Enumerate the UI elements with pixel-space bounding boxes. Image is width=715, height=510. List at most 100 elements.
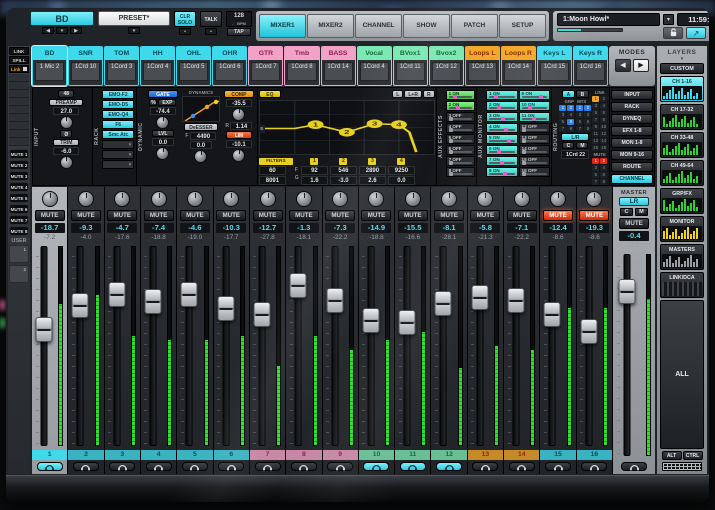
channel-patch[interactable]: 1Crd 10 bbox=[71, 62, 100, 81]
trim-knob[interactable] bbox=[60, 156, 73, 169]
modes-prev-button[interactable]: ◀ bbox=[615, 59, 631, 72]
routing-b-button[interactable]: B bbox=[576, 90, 589, 98]
channel-name-box-8[interactable]: Tmb1Cord 8 bbox=[284, 46, 319, 86]
matrix-assign-3[interactable]: 3 bbox=[576, 112, 583, 118]
link-assign-7[interactable]: 7 bbox=[592, 117, 599, 123]
channel-number[interactable]: 11 bbox=[395, 450, 430, 460]
fader-handle[interactable] bbox=[253, 302, 270, 327]
link-assign-3[interactable]: 3 bbox=[592, 103, 599, 109]
aux-mon-send-3[interactable]: 3 ON bbox=[486, 112, 518, 122]
link-slot[interactable] bbox=[9, 130, 29, 138]
aux-mon-send-9[interactable]: 9 ON bbox=[519, 90, 551, 100]
expander-button[interactable]: EXP bbox=[158, 99, 176, 106]
mute-assign-6[interactable]: 6 bbox=[600, 172, 607, 178]
master-bus-button[interactable]: LR bbox=[619, 197, 649, 206]
channel-name-box-15[interactable]: Keys L1Crd 15 bbox=[537, 46, 572, 86]
modes-next-button[interactable]: ▶ bbox=[633, 59, 649, 72]
keyboard-icon[interactable] bbox=[662, 462, 702, 471]
link-assign-2[interactable]: 2 bbox=[600, 96, 607, 102]
mute-button[interactable]: MUTE bbox=[35, 210, 65, 221]
channel-name-box-2[interactable]: SNR1Crd 10 bbox=[68, 46, 103, 86]
limiter-button[interactable]: LIM bbox=[226, 131, 252, 139]
mute-group-button-4[interactable]: MUTE 4 bbox=[9, 182, 29, 192]
selected-channel-display[interactable]: BD bbox=[30, 11, 94, 26]
channel-name-box-3[interactable]: TOM1Cord 3 bbox=[104, 46, 139, 86]
phase-button[interactable]: Ø bbox=[60, 130, 72, 138]
mute-button[interactable]: MUTE bbox=[253, 210, 283, 221]
channel-name-box-7[interactable]: GTR1Cord 7 bbox=[248, 46, 283, 86]
channel-patch[interactable]: 1Cord 8 bbox=[287, 62, 316, 81]
channel-patch[interactable]: 1Crd 12 bbox=[432, 62, 461, 81]
aux-mon-send-4[interactable]: 4 ON bbox=[486, 123, 518, 133]
link-assign-15[interactable]: 15 bbox=[592, 145, 599, 151]
aux-fx-send-8[interactable]: 8 OFF bbox=[446, 167, 475, 177]
master-fader-handle[interactable] bbox=[619, 279, 636, 304]
strip-view-dyneq[interactable]: DYNEQ bbox=[611, 114, 653, 124]
mute-assign-4[interactable]: 4 bbox=[600, 165, 607, 171]
ctrl-button[interactable]: CTRL bbox=[683, 451, 703, 460]
layer-custom-button[interactable]: CUSTOM bbox=[660, 63, 704, 74]
solo-button[interactable] bbox=[509, 462, 535, 471]
layer-bank-ch-33-48[interactable]: CH 33-48 bbox=[660, 132, 704, 158]
solo-button[interactable] bbox=[581, 462, 607, 471]
aux-mon-send-11[interactable]: 11 ON bbox=[519, 112, 551, 122]
layer-bank-grp-fx[interactable]: GRP/FX bbox=[660, 188, 704, 214]
aux-fx-send-2[interactable]: 2 ON bbox=[446, 101, 475, 111]
solo-button[interactable] bbox=[182, 462, 208, 471]
strip-view-rack[interactable]: RACK bbox=[611, 102, 653, 112]
solo-button[interactable] bbox=[436, 462, 462, 471]
mute-group-button-8[interactable]: MUTE 8 bbox=[9, 226, 29, 236]
aux-mon-send-5[interactable]: 5 ON bbox=[486, 134, 518, 144]
fader-handle[interactable] bbox=[471, 285, 488, 310]
eq-band-gain[interactable]: -3.0 bbox=[330, 176, 357, 185]
aux-mon-send-13[interactable]: 13 OFF bbox=[519, 134, 551, 144]
fader-handle[interactable] bbox=[544, 302, 561, 327]
pan-knob[interactable] bbox=[586, 191, 602, 207]
pan-knob[interactable] bbox=[187, 191, 203, 207]
solo-button[interactable] bbox=[109, 462, 135, 471]
aux-send-slider[interactable] bbox=[522, 96, 548, 98]
matrix-assign-8[interactable]: 8 bbox=[584, 126, 591, 132]
aux-fx-send-5[interactable]: 5 OFF bbox=[446, 134, 475, 144]
aux-fx-send-6[interactable]: 6 OFF bbox=[446, 145, 475, 155]
link-assign-1[interactable]: 1 bbox=[592, 96, 599, 102]
fader-handle[interactable] bbox=[36, 317, 53, 342]
aux-send-slider[interactable] bbox=[489, 107, 515, 109]
output-patch[interactable]: 1Crd 22 bbox=[561, 150, 589, 159]
phantom-48v-button[interactable]: 48 bbox=[58, 90, 74, 98]
eq-band-gain[interactable]: 1.6 bbox=[301, 176, 328, 185]
group-assign-1[interactable]: 1 bbox=[559, 105, 566, 111]
channel-name-box-1[interactable]: BD1 Mic 2 bbox=[32, 46, 67, 86]
ratio-value[interactable]: 1.14 bbox=[230, 122, 252, 130]
link-assign-4[interactable]: 4 bbox=[600, 103, 607, 109]
channel-patch[interactable]: 1Crd 15 bbox=[540, 62, 569, 81]
link-button[interactable]: LINK bbox=[9, 47, 29, 55]
lpf-freq-value[interactable]: 8091 bbox=[259, 176, 286, 185]
pan-knob[interactable] bbox=[151, 191, 167, 207]
channel-name-box-14[interactable]: Loops R1Crd 14 bbox=[501, 46, 536, 86]
eq-b-tab[interactable]: B bbox=[259, 125, 265, 133]
pan-knob[interactable] bbox=[477, 191, 493, 207]
solo-button[interactable] bbox=[255, 462, 281, 471]
tab-patch[interactable]: PATCH bbox=[451, 14, 498, 38]
layer-bank-masters[interactable]: MASTERS bbox=[660, 244, 704, 270]
user-slot[interactable]: 2 bbox=[9, 265, 29, 283]
aux-fx-send-1[interactable]: 1 ON bbox=[446, 90, 475, 100]
eq-band-tab-2[interactable]: 2 bbox=[339, 158, 347, 165]
link-slot[interactable] bbox=[9, 138, 29, 146]
mute-group-button-2[interactable]: MUTE 2 bbox=[9, 160, 29, 170]
mute-assign-5[interactable]: 5 bbox=[592, 172, 599, 178]
fader-handle[interactable] bbox=[326, 288, 343, 313]
spill-button[interactable]: SPILL bbox=[9, 56, 29, 64]
solo-button[interactable] bbox=[327, 462, 353, 471]
pan-knob[interactable] bbox=[114, 191, 130, 207]
fader-handle[interactable] bbox=[290, 273, 307, 298]
channel-number[interactable]: 13 bbox=[468, 450, 503, 460]
mute-button[interactable]: MUTE bbox=[216, 210, 246, 221]
aux-send-slider[interactable] bbox=[522, 118, 548, 120]
matrix-assign-4[interactable]: 4 bbox=[584, 112, 591, 118]
mute-assign-2[interactable]: 2 bbox=[600, 158, 607, 164]
matrix-assign-6[interactable]: 6 bbox=[584, 119, 591, 125]
channel-patch[interactable]: 1Cord 4 bbox=[360, 62, 389, 81]
mute-button[interactable]: MUTE bbox=[579, 210, 609, 221]
